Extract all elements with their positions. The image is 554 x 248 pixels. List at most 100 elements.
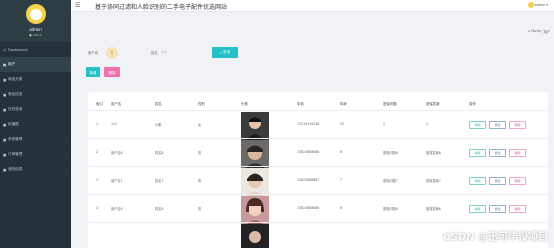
search-button-label: 查询 [222,50,231,54]
username-label: 用户名 [88,51,99,55]
cell-answer: 2 [426,122,429,126]
action-row: 新增 删除 [86,67,120,77]
avatar-photo [241,224,269,248]
sidebar-item-label: 用户 [8,62,16,66]
search-form: 用户名 T 姓名 姓名 ⌕ 查询 [88,46,288,60]
edit-button[interactable]: 修改 [489,149,506,157]
row-delete-button[interactable]: 删除 [509,177,526,185]
cell-question: 密保问题6 [383,207,398,211]
cell-index: 1 [96,122,99,126]
sidebar-item-label: 商品分类 [8,77,23,81]
chat-icon: ■ [3,107,7,112]
sidebar-item-dashboard[interactable]: ◷ Dashboard [0,42,71,57]
home-icon: ⌂ [528,29,531,33]
sidebar-item-consult[interactable]: ■ 在线咨询 [0,102,71,117]
add-button[interactable]: 新增 [86,67,100,77]
cell-index: 2 [96,150,99,154]
cell-age: 7 [340,178,343,182]
dashboard-icon: ◷ [3,47,6,52]
detail-button[interactable]: 详情 [469,149,486,157]
cell-index: 4 [96,206,99,210]
settings-icon: ■ [3,137,7,142]
cell-question: 2 [383,122,386,126]
col-avatar: 头像 [241,102,248,106]
row-delete-button[interactable]: 删除 [509,205,526,213]
users-table: 索引 用户名 姓名 性别 头像 手机 年龄 密保问题 密保答案 操作 1 111… [88,92,548,248]
cell-name: 姓名6 [155,207,164,211]
watermark: CSDN @迅可毕设项目 [443,232,548,243]
search-button[interactable]: ⌕ 查询 [212,47,238,58]
breadcrumb-current: 用户 [543,30,550,34]
site-title: 基于协同过滤和人脸识别的二手电子配件优选网站 [95,4,228,11]
row-delete-button[interactable]: 删除 [509,121,526,129]
cell-phone: 13823888886 [297,206,320,210]
username-input[interactable]: T [106,47,118,59]
cell-question: 密保问题7 [383,179,398,183]
avatar-photo [241,168,269,196]
sidebar-item-profile[interactable]: ■ 我的信息 › [0,162,71,177]
col-phone: 手机 [297,102,304,106]
col-index: 索引 [96,102,103,106]
sidebar-item-users[interactable]: ▦ 用户 [0,57,71,72]
sidebar-item-category[interactable]: ■ 商品分类 [0,72,71,87]
row-actions: 详情 修改 删除 [469,205,526,213]
image-icon: ■ [3,122,7,127]
profile-icon: ■ [3,167,7,172]
chevron-down-icon: ▾ [546,3,548,7]
chevron-right-icon: › [66,152,68,156]
cell-username: 用户名7 [111,179,123,183]
username-avatar-char: T [110,50,114,56]
cell-age: 6 [340,206,343,210]
user-avatar [25,4,46,24]
menu-toggle-icon[interactable]: ☰ [75,2,80,9]
avatar-photo [241,112,269,140]
category-icon: ■ [3,77,7,82]
cell-age: 8 [340,150,343,154]
cell-name: 姓名8 [155,151,164,155]
col-age: 年龄 [340,102,347,106]
col-gender: 性别 [198,102,205,106]
row-actions: 详情 修改 删除 [469,177,526,185]
cell-name: 小刚 [155,123,162,127]
detail-button[interactable]: 详情 [469,121,486,129]
table-row: 1 111 小刚 女 13234516548 22 2 2 详情 修改 删除 [88,110,548,140]
col-question: 密保问题 [383,102,397,106]
sidebar-item-carousel[interactable]: ■ 轮播图 [0,117,71,132]
sidebar-item-label: Dashboard [8,47,28,52]
sidebar-user-status: ● online [29,33,42,37]
breadcrumb: ⌂ Home / 用户 [528,29,550,34]
table-row: 2 用户名8 姓名8 男 13823888888 8 密保问题8 密保答案8 详… [88,138,548,168]
breadcrumb-home[interactable]: Home [531,29,540,34]
detail-button[interactable]: 详情 [469,205,486,213]
table-row: 3 用户名7 姓名7 男 13823888887 7 密保问题7 密保答案7 详… [88,166,548,196]
cell-phone: 13234516548 [297,122,320,126]
sidebar-item-system[interactable]: ■ 系统管理 › [0,132,71,147]
col-name: 姓名 [155,102,162,106]
name-label: 姓名 [151,51,158,55]
sidebar-item-orders[interactable]: ■ 订单管理 › [0,147,71,162]
row-delete-button[interactable]: 删除 [509,149,526,157]
sidebar-item-products[interactable]: ■ 商品信息 [0,87,71,102]
edit-button[interactable]: 修改 [489,205,506,213]
user-name: admin [534,3,546,7]
row-actions: 详情 修改 删除 [469,149,526,157]
detail-button[interactable]: 详情 [469,177,486,185]
sidebar-item-label: 在线咨询 [8,107,23,111]
user-menu[interactable]: admin ▾ [527,2,548,8]
row-actions: 详情 修改 删除 [469,121,526,129]
name-input[interactable]: 姓名 [161,50,201,57]
table-row: 4 用户名6 姓名6 男 13823888886 6 密保问题6 密保答案6 详… [88,194,548,224]
edit-button[interactable]: 修改 [489,121,506,129]
sidebar-item-label: 轮播图 [8,122,19,126]
sidebar-item-label: 系统管理 [8,137,23,141]
delete-button[interactable]: 删除 [104,67,120,77]
sidebar-item-label: 商品信息 [8,92,23,96]
cell-question: 密保问题8 [383,151,398,155]
sidebar-user-name: admin [29,27,42,32]
order-icon: ■ [3,152,7,157]
edit-button[interactable]: 修改 [489,177,506,185]
sidebar-item-label: 订单管理 [8,152,23,156]
sidebar-menu: ◷ Dashboard ▦ 用户 ■ 商品分类 ■ 商品信息 ■ 在线咨询 ■ … [0,42,71,177]
col-username: 用户名 [111,102,122,106]
cell-username: 用户名8 [111,151,123,155]
